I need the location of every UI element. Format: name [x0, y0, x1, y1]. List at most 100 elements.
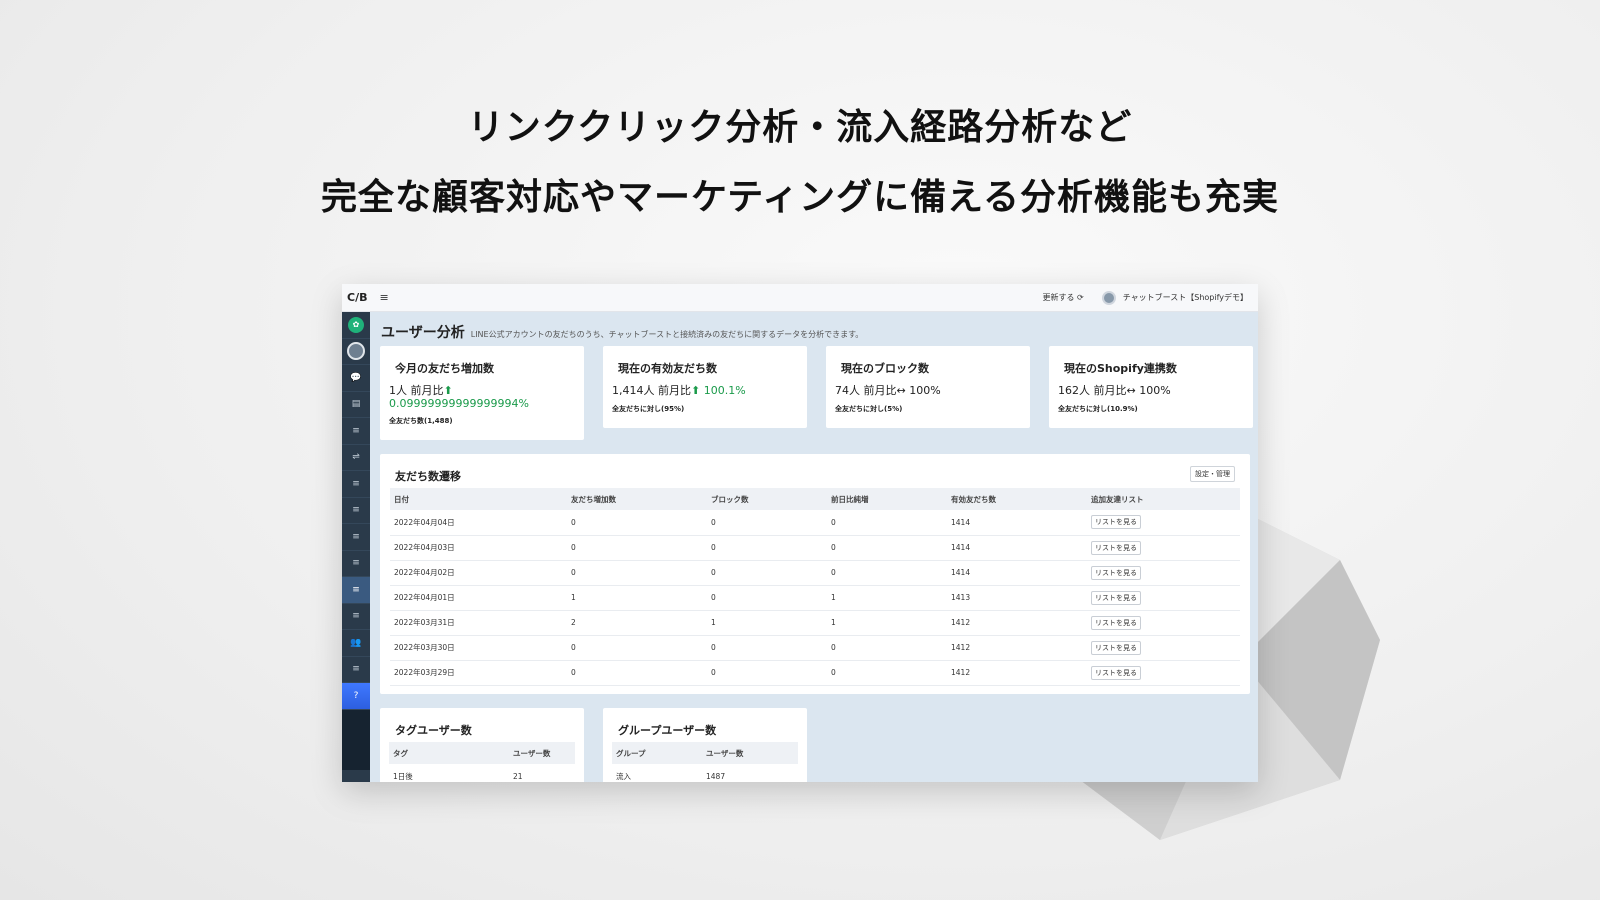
sidebar-list-2[interactable]: ≡ [342, 471, 370, 498]
table-row: 2022年03月30日 0 0 0 1412 リストを見る [390, 635, 1240, 661]
sidebar-users[interactable]: 👥 [342, 630, 370, 657]
stat-compare-label: 前月比 [1093, 384, 1127, 397]
sidebar-account[interactable] [342, 339, 370, 365]
chat-icon: 💬 [350, 372, 362, 383]
table-row: 2022年04月04日 0 0 0 1414 リストを見る [390, 510, 1240, 536]
cell-active: 1412 [947, 610, 1087, 636]
users-icon: 👥 [350, 637, 362, 648]
sidebar-user-analysis[interactable]: ≡ [342, 577, 370, 604]
headline-line-1: リンククリック分析・流入経路分析など [467, 107, 1133, 148]
friends-trend-title: 友だち数遷移 [395, 470, 461, 483]
cell-active: 1414 [947, 560, 1087, 586]
settings-button[interactable]: 設定・管理 [1190, 466, 1235, 482]
cell-list: リストを見る [1087, 510, 1240, 536]
stat-change: 100% [1139, 384, 1171, 397]
sidebar-list-6[interactable]: ≡ [342, 604, 370, 630]
stat-number: 1,414人 [612, 384, 655, 397]
main-content: ユーザー分析 LINE公式アカウントの友だちのうち、チャットブーストと接続済みの… [370, 312, 1258, 782]
table-row: 流入 1487 [612, 764, 798, 782]
cell-blocks: 1 [707, 610, 827, 636]
view-list-button[interactable]: リストを見る [1091, 540, 1141, 555]
tag-users-title: タグユーザー数 [395, 724, 472, 737]
arrow-up-icon: ⬆ [443, 384, 453, 397]
stat-title: 今月の友だち増加数 [395, 362, 494, 375]
view-list-button[interactable]: リストを見る [1091, 590, 1141, 605]
table-row: 2022年04月01日 1 0 1 1413 リストを見る [390, 585, 1240, 611]
sidebar-list-1[interactable]: ≡ [342, 418, 370, 445]
list-icon: ≡ [352, 611, 360, 622]
stat-note: 全友だちに対し(95%) [612, 405, 685, 413]
refresh-button[interactable]: 更新する ⟳ [1042, 292, 1083, 303]
cell-date: 2022年03月29日 [390, 660, 567, 686]
cell-active: 1414 [947, 510, 1087, 536]
stat-compare-label: 前月比 [410, 384, 444, 397]
sidebar-connect[interactable]: ⇌ [342, 445, 370, 471]
table-row: 1日後 21 [389, 764, 575, 782]
view-list-button[interactable]: リストを見る [1091, 665, 1141, 680]
cell-increase: 0 [567, 660, 707, 686]
sidebar-list-3[interactable]: ≡ [342, 498, 370, 524]
view-list-button[interactable]: リストを見る [1091, 515, 1141, 530]
sidebar-chat[interactable]: 💬 [342, 365, 370, 392]
stat-change: 100.1% [703, 384, 746, 397]
group-users-card: グループユーザー数 グループ ユーザー数 流入 1487 [603, 708, 807, 782]
cell-list: リストを見る [1087, 585, 1240, 611]
cell-date: 2022年04月02日 [390, 560, 567, 586]
cell-list: リストを見る [1087, 660, 1240, 686]
col-header-user-count: ユーザー数 [702, 742, 798, 764]
cell-increase: 1 [567, 585, 707, 611]
cell-date: 2022年04月04日 [390, 510, 567, 536]
stat-note: 全友だちに対し(5%) [835, 405, 903, 413]
list-icon: ≡ [352, 558, 360, 569]
cell-increase: 0 [567, 535, 707, 561]
cell-blocks: 0 [707, 535, 827, 561]
cell-blocks: 0 [707, 660, 827, 686]
col-header-active: 有効友だち数 [947, 488, 1087, 510]
cell-increase: 0 [567, 635, 707, 661]
sidebar: ✿ 💬 ▤ ≡ ⇌ ≡ ≡ ≡ ≡ ≡ ≡ 👥 ≡ ? [342, 312, 370, 782]
stat-card-active-friends: 現在の有効友だち数 1,414人 前月比⬆ 100.1% 全友だちに対し(95%… [603, 346, 807, 428]
cell-blocks: 0 [707, 585, 827, 611]
cell-active: 1412 [947, 660, 1087, 686]
col-header-increase: 友だち増加数 [567, 488, 707, 510]
stat-number: 1人 [389, 384, 407, 397]
cell-increase: 0 [567, 510, 707, 536]
usb-icon: ⇌ [352, 452, 360, 463]
cell-active: 1414 [947, 535, 1087, 561]
stat-compare-label: 前月比 [863, 384, 897, 397]
avatar-icon [347, 342, 365, 361]
friends-trend-card: 友だち数遷移 設定・管理 日付 友だち増加数 ブロック数 前日比純増 有効友だち… [380, 454, 1250, 694]
help-icon: ? [353, 690, 359, 701]
cell-date: 2022年04月01日 [390, 585, 567, 611]
page-header: ユーザー分析 LINE公式アカウントの友だちのうち、チャットブーストと接続済みの… [381, 322, 863, 342]
sidebar-documents[interactable]: ▤ [342, 392, 370, 418]
list-icon: ≡ [352, 478, 360, 489]
cell-net: 0 [827, 510, 947, 536]
view-list-button[interactable]: リストを見る [1091, 640, 1141, 655]
cell-net: 1 [827, 610, 947, 636]
account-name[interactable]: チャットブースト【Shopifyデモ】 [1123, 292, 1248, 303]
hamburger-menu-icon[interactable]: ≡ [379, 291, 388, 304]
cell-increase: 0 [567, 560, 707, 586]
app-logo[interactable]: C/B [347, 291, 367, 304]
view-list-button[interactable]: リストを見る [1091, 615, 1141, 630]
stat-note: 全友だちに対し(10.9%) [1058, 405, 1138, 413]
stat-title: 現在の有効友だち数 [618, 362, 717, 375]
sidebar-list-5[interactable]: ≡ [342, 551, 370, 577]
list-icon: ≡ [352, 664, 360, 675]
sidebar-list-4[interactable]: ≡ [342, 524, 370, 551]
sidebar-help[interactable]: ? [342, 683, 370, 710]
sidebar-home[interactable]: ✿ [342, 312, 370, 339]
cell-list: リストを見る [1087, 535, 1240, 561]
sidebar-list-7[interactable]: ≡ [342, 657, 370, 683]
user-avatar[interactable] [1101, 290, 1116, 305]
cell-net: 0 [827, 660, 947, 686]
stat-card-shopify: 現在のShopify連携数 162人 前月比↔ 100% 全友だちに対し(10.… [1049, 346, 1253, 428]
tag-user-count: 21 [509, 764, 575, 782]
table-row: 2022年03月29日 0 0 0 1412 リストを見る [390, 660, 1240, 686]
group-user-count: 1487 [702, 764, 798, 782]
col-header-tag: タグ [389, 742, 509, 764]
tag-users-table: タグ ユーザー数 1日後 21 [389, 742, 575, 782]
group-name: 流入 [612, 764, 702, 782]
view-list-button[interactable]: リストを見る [1091, 565, 1141, 580]
